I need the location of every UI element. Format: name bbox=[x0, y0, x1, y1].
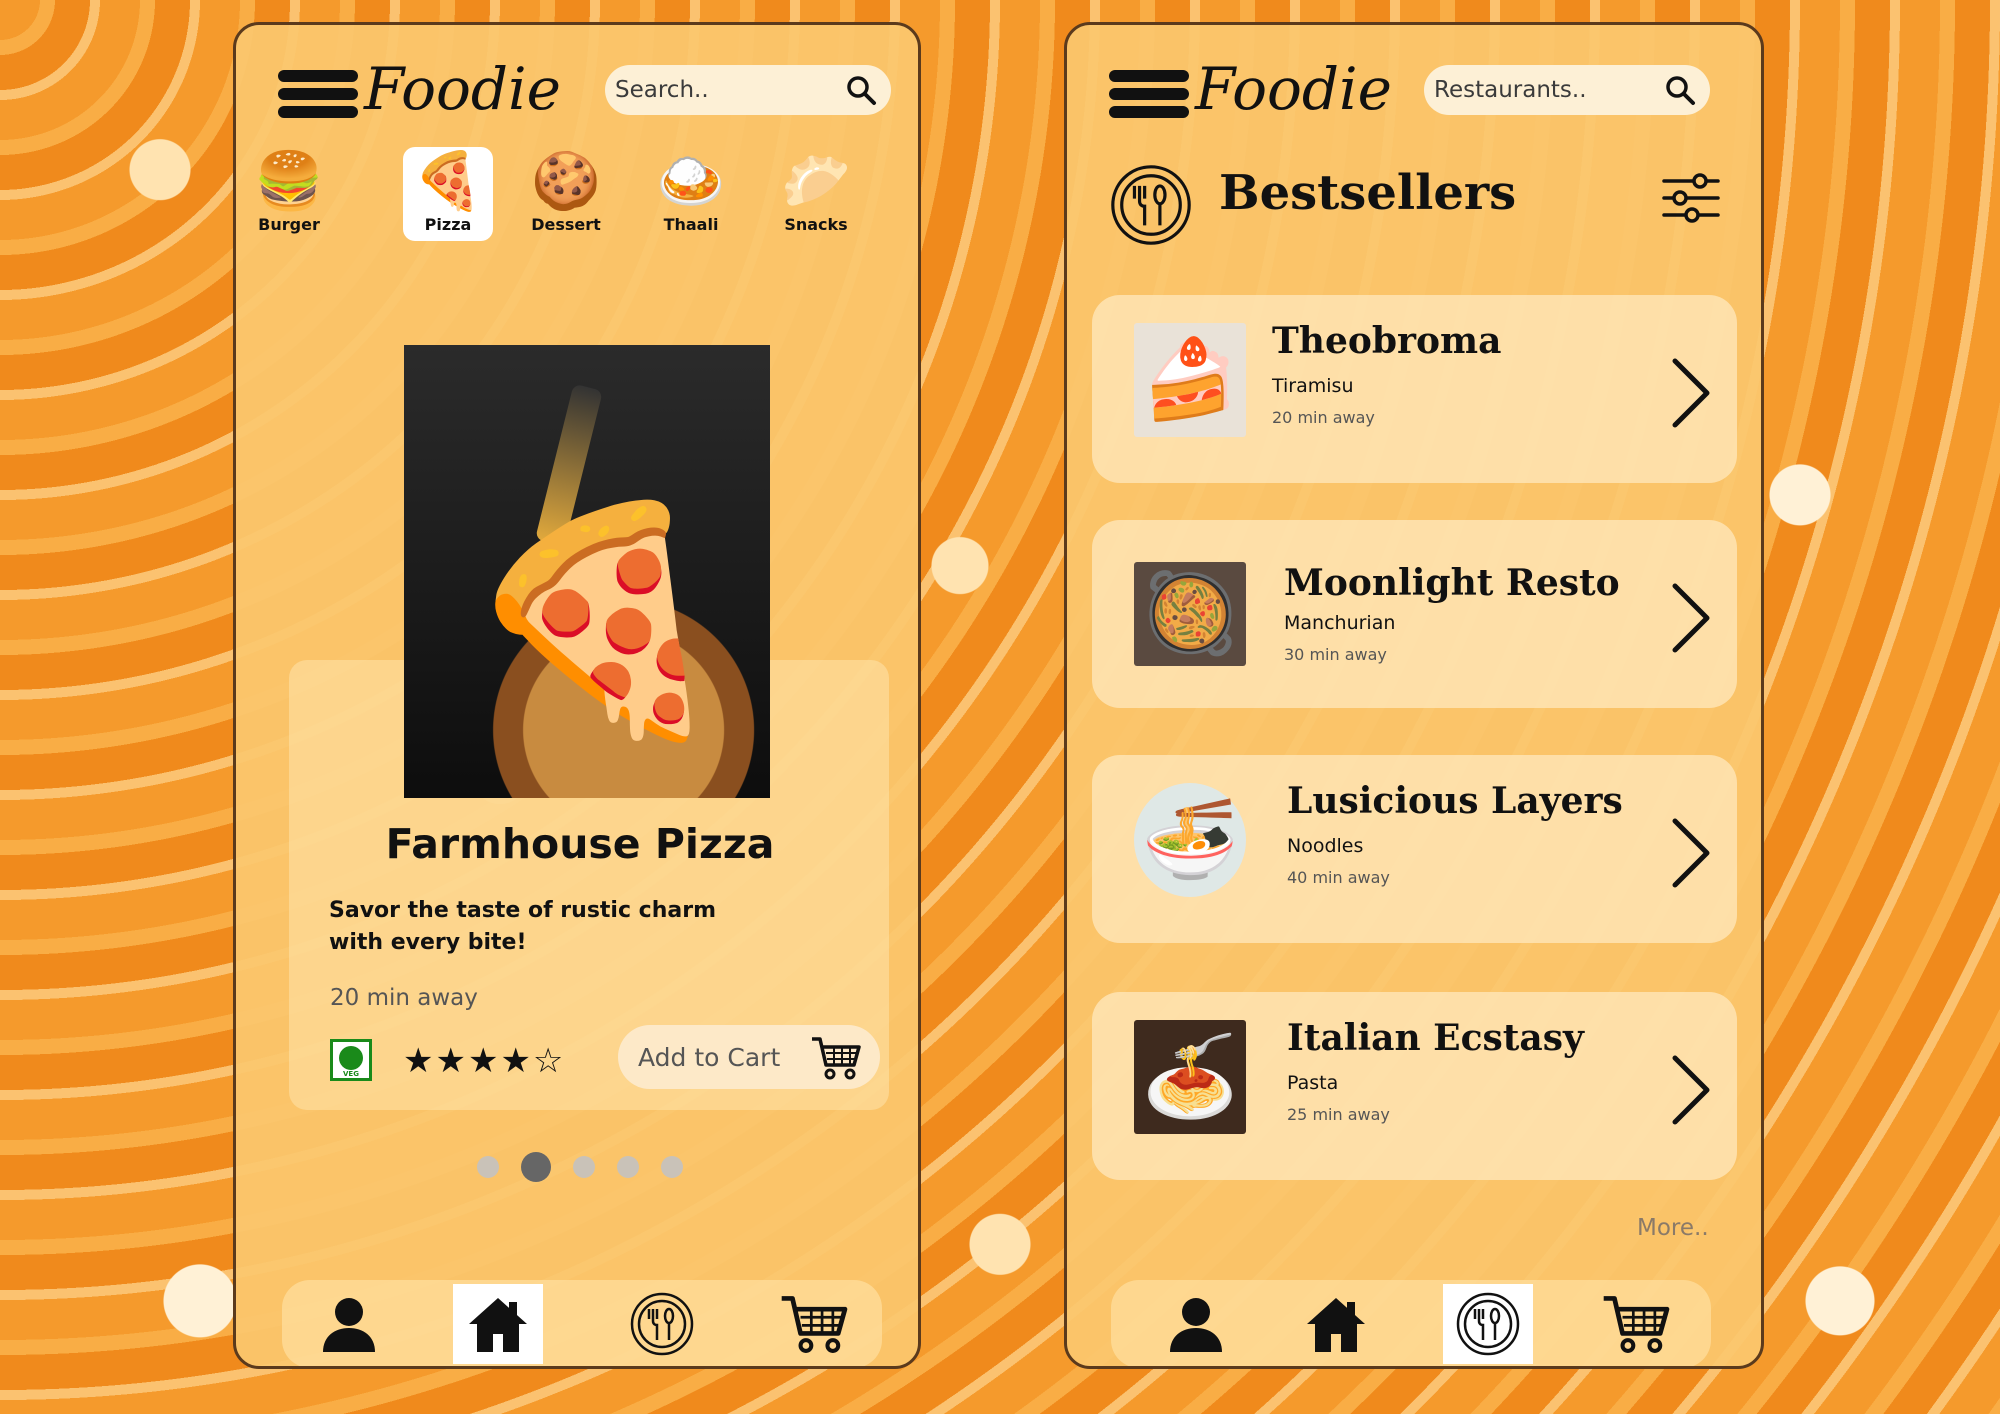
category-label: Snacks bbox=[784, 215, 848, 234]
restaurant-dish: Tiramisu bbox=[1272, 375, 1354, 397]
cart-icon bbox=[781, 1296, 848, 1353]
search-icon[interactable] bbox=[1664, 74, 1696, 106]
pizza-icon: 🍕 bbox=[413, 149, 483, 214]
chevron-right-icon[interactable] bbox=[1669, 1054, 1713, 1126]
chevron-right-icon[interactable] bbox=[1669, 582, 1713, 654]
plate-cutlery-icon bbox=[630, 1292, 694, 1356]
restaurant-name: Moonlight Resto bbox=[1284, 562, 1620, 604]
nav-home[interactable] bbox=[453, 1284, 543, 1364]
restaurant-dish: Manchurian bbox=[1284, 612, 1396, 634]
star-rating: ★★★★☆ bbox=[403, 1041, 566, 1081]
chevron-right-icon[interactable] bbox=[1669, 357, 1713, 429]
search-bar[interactable] bbox=[605, 65, 891, 115]
home-icon bbox=[469, 1298, 527, 1352]
restaurant-time: 30 min away bbox=[1284, 645, 1387, 664]
burger-icon: 🍔 bbox=[254, 149, 324, 214]
plate-cutlery-icon bbox=[1111, 165, 1191, 245]
restaurant-dish: Noodles bbox=[1287, 835, 1364, 857]
app-logo: Foodie bbox=[364, 55, 561, 123]
cookie-icon: 🍪 bbox=[531, 149, 601, 214]
category-pizza[interactable]: 🍕 Pizza bbox=[403, 147, 493, 241]
filter-sliders-icon[interactable] bbox=[1662, 173, 1720, 223]
carousel-dot[interactable] bbox=[617, 1156, 639, 1178]
product-distance: 20 min away bbox=[330, 985, 478, 1011]
restaurant-time: 40 min away bbox=[1287, 868, 1390, 887]
veg-badge: VEG bbox=[330, 1039, 372, 1081]
category-burger[interactable]: 🍔 Burger bbox=[244, 147, 334, 241]
restaurant-card[interactable]: 🍜 Lusicious Layers Noodles 40 min away bbox=[1092, 755, 1737, 943]
restaurant-thumbnail: 🍝 bbox=[1134, 1020, 1246, 1134]
section-title: Bestsellers bbox=[1219, 165, 1517, 221]
category-snacks[interactable]: 🥟 Snacks bbox=[771, 147, 861, 241]
samosa-icon: 🥟 bbox=[781, 149, 851, 214]
restaurant-thumbnail: 🍜 bbox=[1134, 783, 1246, 897]
nav-cart[interactable] bbox=[1591, 1284, 1681, 1364]
restaurant-name: Italian Ecstasy bbox=[1287, 1017, 1584, 1059]
restaurant-thumbnail: 🍰 bbox=[1134, 323, 1246, 437]
more-link[interactable]: More.. bbox=[1637, 1215, 1709, 1241]
restaurant-dish: Pasta bbox=[1287, 1072, 1339, 1094]
category-label: Pizza bbox=[424, 215, 472, 234]
restaurant-card[interactable]: 🍝 Italian Ecstasy Pasta 25 min away bbox=[1092, 992, 1737, 1180]
search-input[interactable] bbox=[613, 76, 817, 104]
carousel-dot[interactable] bbox=[477, 1156, 499, 1178]
restaurant-card[interactable]: 🥘 Moonlight Resto Manchurian 30 min away bbox=[1092, 520, 1737, 708]
cart-icon bbox=[812, 1037, 861, 1080]
hamburger-menu-icon[interactable] bbox=[1109, 70, 1189, 118]
thali-icon: 🍛 bbox=[656, 149, 726, 214]
carousel-dot-active[interactable] bbox=[521, 1152, 551, 1182]
carousel-dot[interactable] bbox=[661, 1156, 683, 1178]
bottom-nav bbox=[282, 1280, 882, 1366]
nav-profile[interactable] bbox=[304, 1284, 394, 1364]
restaurant-name: Theobroma bbox=[1272, 320, 1502, 362]
nav-cart[interactable] bbox=[769, 1284, 859, 1364]
nav-home[interactable] bbox=[1291, 1284, 1381, 1364]
nav-profile[interactable] bbox=[1151, 1284, 1241, 1364]
restaurant-search-bar[interactable] bbox=[1424, 65, 1710, 115]
nav-restaurants[interactable] bbox=[617, 1284, 707, 1364]
bestsellers-screen: Foodie Bestsellers 🍰 Theobroma Tiramisu … bbox=[1064, 22, 1764, 1369]
bottom-nav bbox=[1111, 1280, 1711, 1366]
user-icon bbox=[323, 1298, 375, 1352]
pizza-photo-icon: 🍕 bbox=[459, 492, 733, 748]
category-label: Thaali bbox=[663, 215, 719, 234]
product-tagline: Savor the taste of rustic charm with eve… bbox=[329, 898, 716, 955]
restaurant-time: 20 min away bbox=[1272, 408, 1375, 427]
user-icon bbox=[1170, 1298, 1222, 1352]
app-logo: Foodie bbox=[1195, 55, 1392, 123]
chevron-right-icon[interactable] bbox=[1669, 817, 1713, 889]
cart-icon bbox=[1603, 1296, 1670, 1353]
carousel-dots bbox=[236, 1152, 918, 1182]
home-icon bbox=[1307, 1298, 1365, 1352]
category-dessert[interactable]: 🍪 Dessert bbox=[521, 147, 611, 241]
restaurant-search-input[interactable] bbox=[1432, 76, 1636, 104]
category-label: Burger bbox=[258, 215, 320, 234]
product-title: Farmhouse Pizza bbox=[385, 820, 775, 868]
veg-dot-icon bbox=[339, 1046, 363, 1070]
add-to-cart-label: Add to Cart bbox=[638, 1042, 781, 1072]
search-icon[interactable] bbox=[845, 74, 877, 106]
add-to-cart-button[interactable]: Add to Cart bbox=[618, 1025, 880, 1089]
restaurant-time: 25 min away bbox=[1287, 1105, 1390, 1124]
veg-badge-label: VEG bbox=[343, 1070, 359, 1078]
category-thaali[interactable]: 🍛 Thaali bbox=[646, 147, 736, 241]
home-screen: Foodie 🍔 Burger 🍕 Pizza 🍪 Dessert 🍛 Thaa… bbox=[233, 22, 921, 1369]
restaurant-name: Lusicious Layers bbox=[1287, 780, 1623, 822]
restaurant-thumbnail: 🥘 bbox=[1134, 562, 1246, 666]
product-image[interactable]: 🍕 bbox=[404, 345, 770, 798]
category-label: Dessert bbox=[531, 215, 601, 234]
nav-restaurants[interactable] bbox=[1443, 1284, 1533, 1364]
hamburger-menu-icon[interactable] bbox=[278, 70, 358, 118]
carousel-dot[interactable] bbox=[573, 1156, 595, 1178]
plate-cutlery-icon bbox=[1456, 1292, 1520, 1356]
restaurant-card[interactable]: 🍰 Theobroma Tiramisu 20 min away bbox=[1092, 295, 1737, 483]
